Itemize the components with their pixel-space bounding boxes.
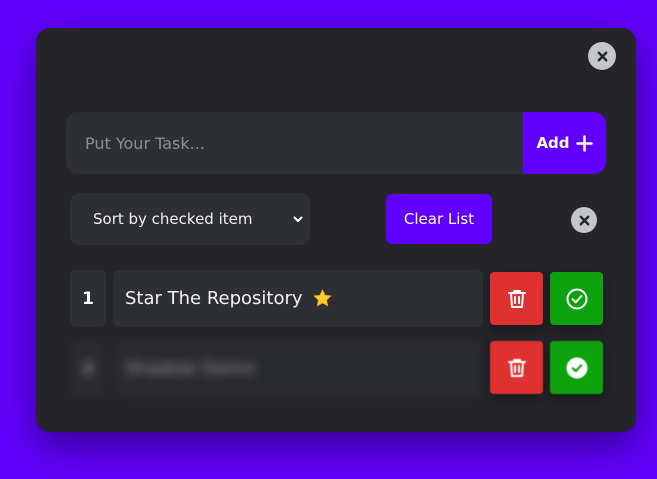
sort-select[interactable]: Sort by checked item: [70, 193, 310, 245]
clear-sort-button[interactable]: [571, 207, 597, 233]
check-circle-filled-icon: [566, 357, 587, 378]
checked-task-button[interactable]: [550, 341, 603, 394]
clear-list-label: Clear List: [403, 210, 475, 228]
check-task-button[interactable]: [550, 272, 603, 325]
check-circle-icon: [566, 288, 587, 309]
todo-card: Add Sort by checked item Clear List 1 St…: [36, 28, 636, 432]
close-icon: [579, 215, 589, 225]
task-text: Shadow Demo: [125, 358, 256, 379]
task-text-box[interactable]: Shadow Demo: [113, 340, 483, 397]
add-button-label: Add: [536, 134, 570, 152]
close-icon: [597, 51, 607, 61]
task-text-box[interactable]: Star The Repository: [113, 270, 483, 327]
star-icon: [313, 289, 331, 307]
delete-task-button[interactable]: [490, 272, 543, 325]
trash-icon: [507, 289, 526, 308]
close-card-button[interactable]: [588, 42, 616, 70]
add-task-button[interactable]: Add: [523, 112, 606, 174]
task-number: 2: [70, 340, 106, 397]
task-number: 1: [70, 270, 106, 327]
delete-task-button[interactable]: [490, 341, 543, 394]
chevron-down-icon: [293, 216, 303, 222]
plus-icon: [575, 134, 593, 152]
task-input[interactable]: [66, 112, 523, 174]
clear-list-button[interactable]: Clear List: [386, 194, 492, 244]
task-form: Add: [66, 112, 606, 174]
task-text: Star The Repository: [125, 288, 303, 309]
sort-selected-value: Sort by checked item: [93, 210, 253, 228]
trash-icon: [507, 358, 526, 377]
